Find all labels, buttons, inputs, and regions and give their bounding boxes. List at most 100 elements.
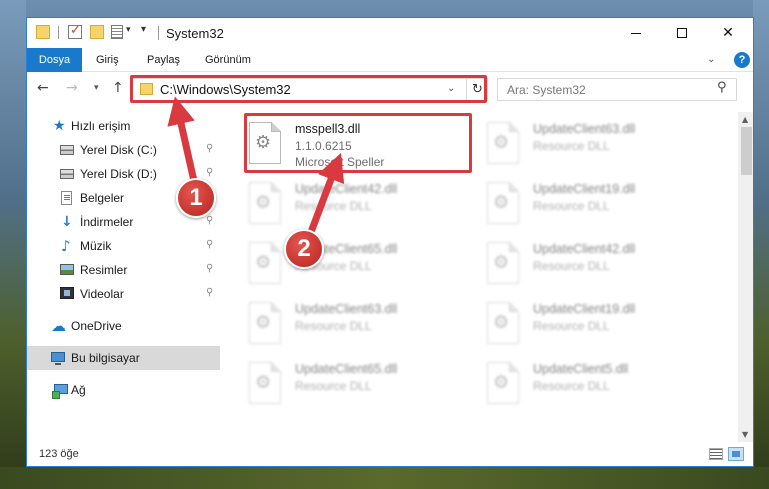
desktop-background-right — [753, 0, 769, 489]
customize-toolbar-icon[interactable]: ▾ — [141, 24, 146, 35]
file-list: ⚙ msspell3.dll 1.1.0.6215 Microsoft Spel… — [221, 112, 737, 442]
sidebar-item-label: Hızlı erişim — [71, 119, 131, 133]
documents-icon — [61, 191, 72, 205]
address-path[interactable]: C:\Windows\System32 — [160, 82, 291, 97]
file-name: UpdateClient63.dll — [533, 122, 636, 136]
up-button[interactable]: ↑ — [112, 80, 124, 96]
file-tile[interactable]: ⚙ UpdateClient42.dll Resource DLL — [221, 174, 451, 232]
maximize-icon — [677, 28, 687, 38]
dll-file-icon: ⚙ — [487, 122, 521, 164]
sidebar-item-label: Yerel Disk (D:) — [80, 167, 157, 181]
file-type: Resource DLL — [295, 199, 372, 213]
refresh-button[interactable]: ↻ — [466, 79, 488, 100]
pin-icon[interactable]: ⚲ — [206, 167, 213, 178]
sidebar-item-music[interactable]: ♪ Müzik ⚲ — [27, 234, 220, 258]
step-1-marker: 1 — [176, 178, 216, 218]
search-box[interactable]: ⚲ — [497, 78, 737, 101]
dll-file-icon: ⚙ — [487, 362, 521, 404]
folder-icon — [140, 83, 153, 95]
file-tile-msspell3[interactable]: ⚙ msspell3.dll 1.1.0.6215 Microsoft Spel… — [221, 114, 451, 172]
music-icon: ♪ — [61, 237, 71, 255]
file-tile[interactable]: ⚙ UpdateClient5.dll Resource DLL — [459, 354, 689, 412]
help-button[interactable]: ? — [734, 52, 750, 68]
sidebar-item-label: OneDrive — [71, 319, 122, 333]
forward-button[interactable]: → — [66, 80, 78, 96]
file-name: UpdateClient65.dll — [295, 362, 398, 376]
expand-ribbon-icon[interactable]: ⌄ — [707, 54, 715, 65]
file-tile[interactable]: ⚙ UpdateClient65.dll Resource DLL — [221, 354, 451, 412]
star-icon: ★ — [53, 118, 66, 134]
properties-icon[interactable] — [111, 25, 123, 39]
downloads-icon: ↓ — [61, 214, 73, 230]
dll-file-icon: ⚙ — [487, 242, 521, 284]
file-tile[interactable]: ⚙ UpdateClient63.dll Resource DLL — [459, 114, 689, 172]
file-name: UpdateClient19.dll — [533, 302, 636, 316]
sidebar-item-videos[interactable]: Videolar ⚲ — [27, 282, 220, 306]
pin-icon[interactable]: ⚲ — [206, 287, 213, 298]
chevron-down-icon[interactable]: ▾ — [126, 25, 131, 35]
scroll-up-icon[interactable]: ▲ — [742, 115, 748, 124]
tab-home[interactable]: Giriş — [87, 48, 128, 72]
file-version: 1.1.0.6215 — [295, 139, 352, 153]
file-type: Resource DLL — [295, 319, 372, 333]
tab-share[interactable]: Paylaş — [138, 48, 189, 72]
search-input[interactable] — [498, 79, 708, 100]
sidebar-item-label: Ağ — [71, 383, 86, 397]
sidebar-item-local-disk-c[interactable]: Yerel Disk (C:) ⚲ — [27, 138, 220, 162]
ribbon-tabs: Dosya Giriş Paylaş Görünüm ⌄ ? — [27, 48, 753, 72]
sidebar-item-pictures[interactable]: Resimler ⚲ — [27, 258, 220, 282]
file-tile[interactable]: ⚙ UpdateClient63.dll Resource DLL — [221, 294, 451, 352]
minimize-icon — [631, 32, 641, 34]
details-view-icon[interactable] — [709, 448, 723, 460]
tab-view[interactable]: Görünüm — [196, 48, 260, 72]
file-tile[interactable]: ⚙ UpdateClient42.dll Resource DLL — [459, 234, 689, 292]
properties-check-icon[interactable] — [68, 23, 82, 39]
desktop-background-bottom — [0, 467, 769, 489]
file-name: msspell3.dll — [295, 122, 361, 136]
file-type: Resource DLL — [533, 319, 610, 333]
pin-icon[interactable]: ⚲ — [206, 263, 213, 274]
pin-icon[interactable]: ⚲ — [206, 143, 213, 154]
scroll-down-icon[interactable]: ▼ — [742, 430, 748, 439]
tab-file[interactable]: Dosya — [27, 48, 82, 72]
file-name: UpdateClient42.dll — [295, 182, 398, 196]
file-tile[interactable]: ⚙ UpdateClient19.dll Resource DLL — [459, 294, 689, 352]
file-tile[interactable]: ⚙ UpdateClient19.dll Resource DLL — [459, 174, 689, 232]
minimize-button[interactable] — [613, 18, 659, 48]
close-button[interactable]: ✕ — [705, 18, 751, 48]
recent-locations-button[interactable]: ▾ — [94, 83, 99, 93]
sidebar-item-label: Resimler — [80, 263, 128, 277]
sidebar-item-label: Yerel Disk (C:) — [80, 143, 157, 157]
address-dropdown-button[interactable]: ⌄ — [447, 83, 455, 94]
file-name: UpdateClient19.dll — [533, 182, 636, 196]
status-bar: 123 öğe — [27, 442, 753, 466]
back-button[interactable]: ← — [37, 80, 49, 96]
item-count: 123 öğe — [39, 448, 79, 460]
sidebar-item-network[interactable]: Ağ — [27, 378, 220, 402]
sidebar-item-quick-access[interactable]: ★ Hızlı erişim — [27, 114, 220, 138]
dll-file-icon: ⚙ — [249, 242, 283, 284]
sidebar-item-onedrive[interactable]: ☁ OneDrive — [27, 314, 220, 338]
computer-icon — [51, 352, 65, 365]
scrollbar-thumb[interactable] — [741, 127, 752, 175]
file-name: UpdateClient5.dll — [533, 362, 629, 376]
file-tile[interactable]: ⚙ UpdateClient65.dll Resource DLL — [221, 234, 451, 292]
vertical-scrollbar[interactable]: ▲ ▼ — [738, 112, 753, 442]
desktop-background-left — [0, 0, 26, 489]
disk-icon — [60, 145, 74, 155]
file-type: Resource DLL — [295, 379, 372, 393]
search-icon[interactable]: ⚲ — [717, 80, 727, 95]
file-type: Resource DLL — [533, 139, 610, 153]
sidebar-item-this-pc[interactable]: Bu bilgisayar — [27, 346, 220, 370]
sidebar-item-label: Videolar — [80, 287, 124, 301]
pictures-icon — [60, 264, 74, 275]
pin-icon[interactable]: ⚲ — [206, 215, 213, 226]
maximize-button[interactable] — [659, 18, 705, 48]
address-bar[interactable]: C:\Windows\System32 ⌄ ↻ — [131, 78, 488, 101]
large-icons-view-icon[interactable] — [728, 447, 744, 461]
sidebar-item-label: İndirmeler — [80, 215, 134, 229]
dll-file-icon: ⚙ — [487, 302, 521, 344]
new-folder-icon[interactable] — [90, 25, 104, 39]
pin-icon[interactable]: ⚲ — [206, 239, 213, 250]
toolbar-separator — [58, 26, 59, 39]
